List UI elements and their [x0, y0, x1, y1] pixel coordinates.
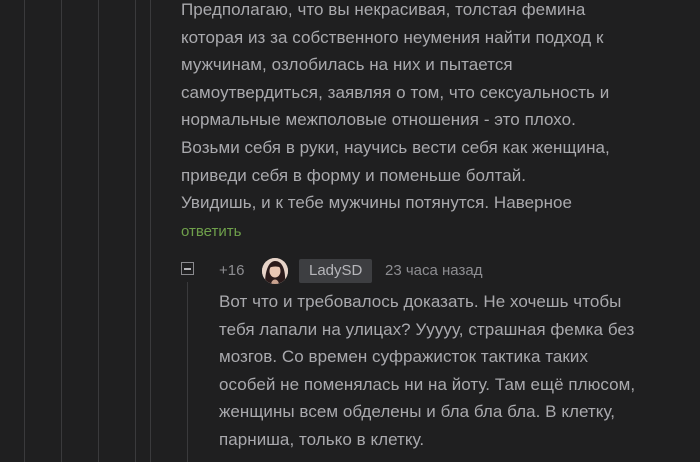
minus-bar	[184, 267, 191, 270]
comment-rating: +16	[219, 262, 245, 279]
thread-guide-line	[61, 0, 62, 462]
comment-line: которая из за собственного неумения найт…	[181, 27, 604, 47]
user-avatar[interactable]	[262, 258, 288, 284]
comment-line: приведи себя в форму и поменьше болтай.	[181, 165, 527, 185]
reply-comment-text: Вот что и требовалось доказать. Не хочеш…	[219, 288, 635, 454]
comment-line: парниша, только в клетку.	[219, 429, 425, 449]
comment-line: Вот что и требовалось доказать. Не хочеш…	[219, 292, 622, 311]
reply-link[interactable]: ответить	[181, 222, 241, 242]
comment-timestamp[interactable]: 23 часа назад	[385, 261, 482, 281]
comment-line: Увидишь, и к тебе мужчины потянутся. Нав…	[181, 193, 573, 213]
comments-page: Предполагаю, что вы некрасивая, толстая …	[0, 0, 700, 462]
reply-thread-line[interactable]	[187, 282, 188, 462]
comment-line: нормальные межполовые отношения - это пл…	[181, 110, 576, 130]
username-badge[interactable]: LadySD	[299, 259, 373, 283]
thread-guide-line	[24, 0, 25, 462]
comment-line: Возьми себя в руки, научись вести себя к…	[181, 137, 610, 157]
minus-square-icon[interactable]	[181, 262, 194, 275]
parent-comment-text: Предполагаю, что вы некрасивая, толстая …	[181, 0, 610, 217]
comment-line: тебя лапали на улицах? Ууууу, страшная ф…	[219, 319, 635, 339]
comment-line: особей не поменялась ни на йоту. Там ещё…	[219, 374, 636, 394]
comment-line: мужчинам, озлобилась на них и пытается	[181, 55, 513, 75]
comment-line: мозгов. Со времен суфражисток тактика та…	[219, 347, 589, 367]
thread-guide-line	[135, 0, 136, 462]
thread-guide-line	[150, 0, 151, 462]
comment-line: самоутвердиться, заявляя о том, что секс…	[181, 82, 610, 102]
thread-guide-line	[98, 0, 99, 462]
comment-line: Предполагаю, что вы некрасивая, толстая …	[181, 0, 586, 19]
avatar-image	[262, 258, 288, 284]
comment-line: женщины всем обделены и бла бла бла. В к…	[219, 402, 616, 422]
